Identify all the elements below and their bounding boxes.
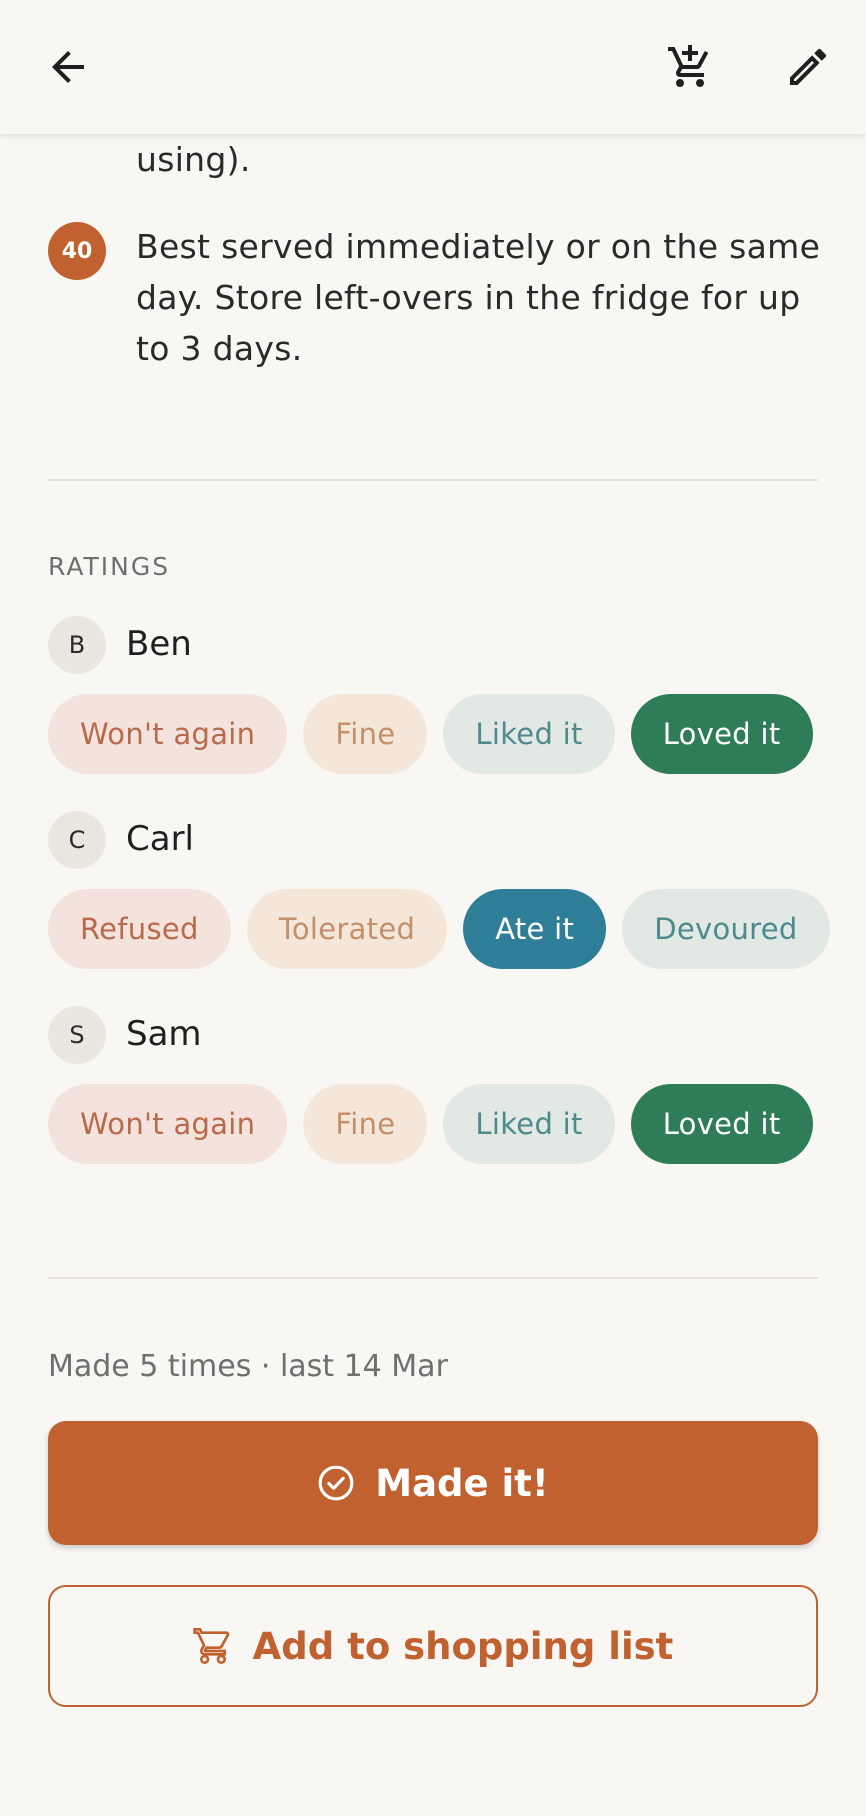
rating-chip-loved-it-selected[interactable]: Loved it [630,1084,813,1164]
rating-chips-sam: Won't again Fine Liked it Loved it [48,1084,813,1164]
avatar-ben: B [48,616,106,674]
add-to-cart-button[interactable] [660,37,720,97]
rating-chip-wont-again[interactable]: Won't again [48,694,288,774]
top-app-bar [0,0,866,134]
edit-recipe-button[interactable] [778,37,838,97]
person-name-ben: Ben [126,624,192,664]
rating-chip-tolerated[interactable]: Tolerated [246,889,448,969]
add-to-shopping-list-button[interactable]: Add to shopping list [48,1585,818,1707]
rating-chip-liked-it[interactable]: Liked it [443,694,615,774]
rating-chip-devoured[interactable]: Devoured [622,889,830,969]
step-39-text-partial: using). [136,140,251,179]
rating-chip-refused[interactable]: Refused [48,889,231,969]
made-count-info: Made 5 times · last 14 Mar [48,1349,448,1384]
cart-add-icon [668,45,709,87]
rating-chip-loved-it-selected[interactable]: Loved it [630,694,813,774]
avatar-carl: C [48,811,106,869]
step-40-text: Best served immediately or on the same d… [136,227,821,368]
rating-chip-liked-it[interactable]: Liked it [443,1084,615,1164]
person-name-sam: Sam [126,1014,202,1054]
add-to-shopping-list-label: Add to shopping list [252,1624,674,1668]
arrow-back-icon [52,51,84,83]
pencil-icon [790,48,827,85]
ratings-section-title: RATINGS [48,552,171,581]
rating-chips-ben: Won't again Fine Liked it Loved it [48,694,813,774]
rating-chip-fine[interactable]: Fine [303,694,428,774]
person-name-carl: Carl [126,819,194,859]
back-button[interactable] [38,37,98,97]
shopping-cart-icon [192,1628,229,1665]
avatar-sam: S [48,1006,106,1064]
rating-chip-fine[interactable]: Fine [303,1084,428,1164]
rating-chip-wont-again[interactable]: Won't again [48,1084,288,1164]
section-divider [48,1277,818,1279]
section-divider [48,479,818,481]
rating-chips-carl: Refused Tolerated Ate it Devoured [48,889,830,969]
made-it-button[interactable]: Made it! [48,1421,818,1545]
step-number-badge: 40 [48,222,106,280]
rating-chip-ate-it-selected[interactable]: Ate it [463,889,607,969]
recipe-detail-page: using). 40 Best served immediately or on… [0,0,866,1816]
check-circle-icon [318,1465,354,1501]
made-it-label: Made it! [375,1461,549,1505]
